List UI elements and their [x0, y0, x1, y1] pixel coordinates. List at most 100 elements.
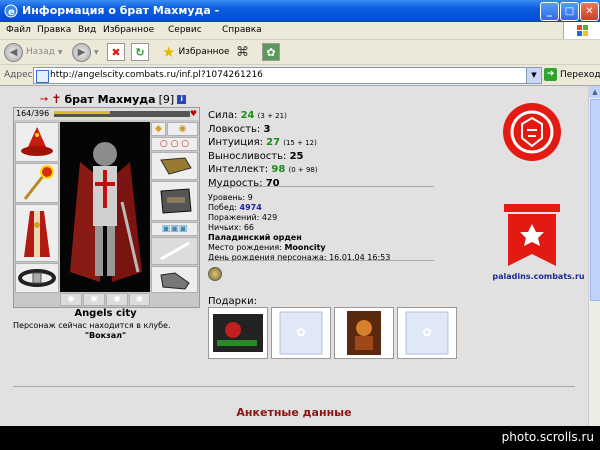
menu-edit[interactable]: Правка [37, 25, 71, 35]
character-avatar[interactable] [60, 122, 150, 292]
vertical-scrollbar[interactable]: ▲ [588, 86, 600, 426]
hp-fill [54, 111, 110, 114]
footer-bar: photo.scrolls.ru [0, 426, 600, 450]
compass-icon[interactable] [208, 267, 222, 281]
history-button[interactable]: ⌘ [236, 42, 249, 62]
stats-block: Сила: 24 (3 + 21) Ловкость: 3 Интуиция: … [208, 109, 318, 190]
slot-bottom-3[interactable]: ✱ [106, 293, 128, 306]
detail-level: Уровень: 9 [208, 193, 253, 202]
club-status: Персонаж сейчас находится в клубе. [13, 321, 171, 330]
address-label: Адрес: [4, 70, 36, 80]
close-icon[interactable]: ✕ [580, 2, 599, 21]
character-panel: 164/396 ♥ ◆ ◉ ○ ○ ○ ▣▣▣ ✱ ✱ ✱ ✱ [13, 107, 200, 308]
slot-boots[interactable] [151, 266, 198, 293]
holiday-card-icon [213, 314, 263, 352]
minimize-icon[interactable]: _ [540, 2, 559, 21]
toolbar: ◀ Назад ▼ ▶ ▼ ✖ ↻ ★ Избранное ⌘ ✿ [0, 40, 600, 65]
favorites-label: Избранное [178, 47, 230, 57]
stat-agility: Ловкость: 3 [208, 124, 271, 135]
character-name: брат Махмуда [64, 92, 156, 106]
star-placeholder-icon: ✱ [90, 294, 98, 305]
amulet-icon: ◉ [178, 124, 187, 134]
slot-bottom-2[interactable]: ✱ [83, 293, 105, 306]
paladin-banner-icon[interactable] [502, 202, 562, 268]
stat-wisdom: Мудрость: 70 [208, 178, 280, 189]
knight-figure [70, 142, 142, 282]
back-arrow-icon: ◀ [4, 42, 23, 62]
go-arrow-icon: ➜ [544, 68, 557, 81]
scroll-up-icon[interactable]: ▲ [589, 86, 600, 98]
character-level: [9] [158, 92, 175, 106]
menu-view[interactable]: Вид [78, 25, 96, 35]
clan-site-link[interactable]: paladins.combats.ru [491, 272, 586, 281]
refresh-button[interactable]: ↻ [131, 42, 149, 62]
bracer-icon [159, 188, 192, 214]
stop-button[interactable]: ✖ [107, 42, 125, 62]
ie-app-icon: e [4, 4, 18, 18]
slot-empty-sword[interactable] [151, 237, 198, 265]
menu-help[interactable]: Справка [222, 25, 262, 35]
gift-portrait-card[interactable] [334, 307, 394, 359]
address-input[interactable]: http://angelscity.combats.ru/inf.pl?1074… [33, 67, 542, 84]
gift-empty-card[interactable]: ✿ [271, 307, 331, 359]
star-icon: ★ [162, 43, 176, 61]
detail-wins: Побед: 4974 [208, 203, 262, 212]
portrait-card-icon [347, 311, 381, 355]
detail-losses: Поражений: 429 [208, 213, 278, 222]
gauntlet-icon [159, 157, 192, 175]
media-button[interactable]: ✿ [262, 42, 280, 62]
paladin-cross-icon: ✝ [51, 92, 62, 106]
address-dropdown-icon[interactable]: ▼ [526, 68, 541, 83]
heart-icon: ♥ [189, 109, 197, 118]
menu-favorites[interactable]: Избранное [103, 25, 154, 35]
boots-icon [159, 271, 190, 290]
slot-armor[interactable] [15, 204, 59, 262]
menu-tools[interactable]: Сервис [168, 25, 202, 35]
favorites-button[interactable]: ★ Избранное [162, 42, 230, 62]
slot-weapon[interactable] [15, 163, 59, 203]
slot-runes[interactable]: ▣▣▣ [151, 222, 198, 236]
slot-belt[interactable] [15, 263, 59, 293]
star-placeholder-icon: ✱ [135, 294, 144, 305]
slot-gloves[interactable] [151, 152, 198, 180]
scroll-thumb[interactable] [590, 99, 600, 301]
gift-empty-card-2[interactable]: ✿ [397, 307, 457, 359]
address-url[interactable]: http://angelscity.combats.ru/inf.pl?1074… [50, 70, 263, 80]
slot-earring[interactable]: ◆ [151, 122, 166, 136]
forward-button[interactable]: ▶ ▼ [72, 42, 99, 62]
go-button[interactable]: ➜ Переход [544, 68, 600, 81]
menu-bar: Файл Правка Вид Избранное Сервис Справка [0, 22, 600, 40]
watermark: photo.scrolls.ru [501, 430, 594, 444]
detail-birthplace: Место рождения: Mooncity [208, 243, 326, 252]
slot-bottom-1[interactable]: ✱ [60, 293, 82, 306]
maximize-icon[interactable]: □ [560, 2, 579, 21]
stat-strength: Сила: 24 (3 + 21) [208, 110, 287, 121]
menu-file[interactable]: Файл [6, 25, 31, 35]
slot-helmet[interactable] [15, 122, 59, 162]
staff-icon [23, 165, 54, 200]
window-title: Информация о брат Махмуда - [22, 4, 220, 17]
stat-intellect: Интеллект: 98 (0 + 98) [208, 164, 318, 175]
gift-card[interactable] [208, 307, 268, 359]
slot-bottom-4[interactable]: ✱ [129, 293, 150, 306]
robe-icon [24, 211, 50, 257]
hp-track [54, 111, 190, 117]
sword-placeholder-icon [159, 241, 190, 261]
stat-intuition: Интуиция: 27 (15 + 12) [208, 137, 317, 148]
section-title-profile: Анкетные данные [236, 406, 352, 419]
back-button[interactable]: ◀ Назад ▼ [4, 42, 62, 62]
city-name: Angels city [74, 308, 137, 319]
slot-shield[interactable] [151, 181, 198, 221]
slot-rings[interactable]: ○ ○ ○ [151, 137, 198, 151]
belt-icon [18, 269, 56, 287]
gifts-title: Подарки: [208, 296, 257, 307]
private-message-icon[interactable]: ➙ [40, 94, 48, 105]
divider [13, 386, 575, 387]
stop-icon: ✖ [107, 43, 125, 61]
info-icon[interactable]: i [177, 94, 187, 104]
club-name: "Вокзал" [84, 331, 127, 340]
blank-card-icon: ✿ [279, 311, 323, 355]
slot-amulet[interactable]: ◉ [167, 122, 198, 136]
detail-order: Паладинский орден [208, 233, 302, 242]
svg-text:e: e [8, 7, 15, 18]
